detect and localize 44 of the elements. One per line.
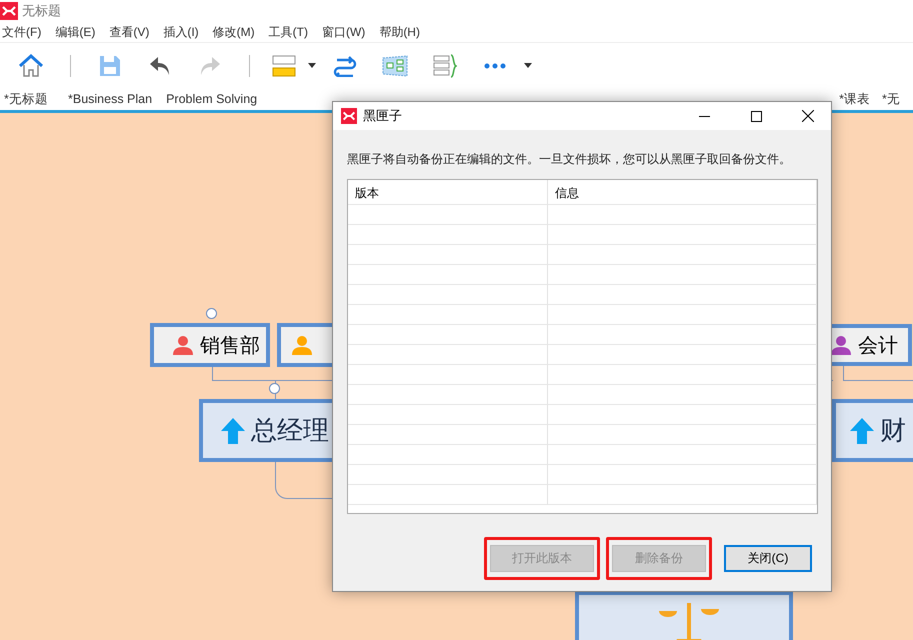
collapse-icon[interactable] <box>269 383 280 394</box>
topic-node[interactable]: 销售部 <box>150 323 270 367</box>
boundary-icon[interactable] <box>382 54 408 76</box>
topic-node[interactable] <box>575 591 793 640</box>
topic-label: 销售部 <box>200 334 260 358</box>
caret-icon[interactable] <box>524 63 532 68</box>
menu-item[interactable]: 查看(V) <box>109 24 150 40</box>
structure-icon[interactable] <box>272 54 296 76</box>
more-icon[interactable] <box>484 62 506 68</box>
save-icon[interactable] <box>99 54 121 76</box>
menu-item[interactable]: 插入(I) <box>163 24 199 40</box>
document-tab[interactable]: Problem Solving <box>162 92 268 106</box>
menu-item[interactable]: 工具(T) <box>268 24 308 40</box>
dialog-message: 黑匣子将自动备份正在编辑的文件。一旦文件损坏，您可以从黑匣子取回备份文件。 <box>346 151 792 164</box>
app-logo-icon <box>0 2 18 20</box>
topic-node[interactable]: 财 <box>832 399 913 462</box>
relationship-icon[interactable] <box>333 54 357 76</box>
window-title: 无标题 <box>22 2 61 20</box>
column-header: 版本 <box>348 180 548 205</box>
topic-label: 总经理 <box>251 414 329 447</box>
menu-item[interactable]: 修改(M) <box>212 24 255 40</box>
app-logo-icon <box>341 108 357 124</box>
menu-item[interactable]: 帮助(H) <box>379 24 420 40</box>
topic-label: 会计 <box>858 334 898 358</box>
summary-icon[interactable] <box>433 54 457 78</box>
document-tab[interactable]: *无标题 <box>0 90 64 108</box>
menu-item[interactable]: 文件(F) <box>2 24 42 40</box>
document-tab[interactable]: *课表 <box>835 90 878 108</box>
topic-label: 财 <box>880 414 906 447</box>
caret-icon[interactable] <box>308 63 316 68</box>
document-tab[interactable]: *无 <box>878 90 908 108</box>
column-header: 信息 <box>548 180 817 205</box>
menu-item[interactable]: 窗口(W) <box>322 24 366 40</box>
up-arrow-icon <box>221 418 245 444</box>
dialog-button[interactable]: 关闭(C) <box>724 545 812 572</box>
document-tab[interactable]: *Business Plan <box>64 92 162 106</box>
dialog-title: 黑匣子 <box>363 107 403 125</box>
expand-icon[interactable] <box>206 308 217 319</box>
close-icon <box>802 110 814 122</box>
menu-item[interactable]: 编辑(E) <box>55 24 96 40</box>
home-icon[interactable] <box>18 54 44 78</box>
up-arrow-icon <box>850 418 874 444</box>
undo-icon[interactable] <box>149 54 171 76</box>
maximize-icon <box>750 110 762 122</box>
